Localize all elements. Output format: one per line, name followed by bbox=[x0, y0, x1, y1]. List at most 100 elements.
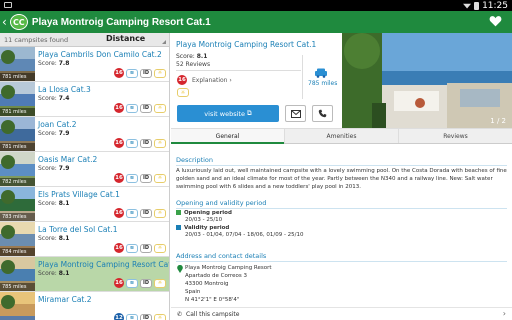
campsite-score: Score: 7.9 bbox=[38, 165, 70, 172]
validity-period-label: Validity period bbox=[176, 225, 229, 231]
pool-icon: ≋ bbox=[126, 208, 138, 218]
age-badge: 16 bbox=[177, 75, 187, 85]
phone-icon: ✆ bbox=[177, 311, 183, 318]
reviews-count[interactable]: 52 Reviews bbox=[176, 61, 210, 68]
list-header: 11 campsites found Distance bbox=[0, 33, 169, 47]
sun-icon: ☼ bbox=[154, 208, 166, 218]
distance-label: 784 miles bbox=[0, 248, 35, 256]
campsite-thumbnail: 784 miles bbox=[0, 222, 35, 256]
result-count: 11 campsites found bbox=[4, 35, 69, 44]
campsite-thumbnail: 783 miles bbox=[0, 187, 35, 221]
distance-value: 785 miles bbox=[308, 80, 338, 87]
id-card-icon: ID bbox=[140, 103, 152, 113]
detail-title: Playa Montroig Camping Resort Cat.1 bbox=[176, 40, 317, 49]
detail-tabs: General Amenities Reviews bbox=[171, 128, 512, 144]
sun-icon: ☼ bbox=[154, 173, 166, 183]
address-line: 43300 Montroig bbox=[185, 281, 229, 287]
status-bar: 11:25 bbox=[0, 0, 512, 11]
age-badge: 16 bbox=[114, 173, 124, 183]
explanation-link[interactable]: Explanation › bbox=[192, 77, 232, 84]
email-icon bbox=[290, 109, 301, 118]
id-card-icon: ID bbox=[140, 208, 152, 218]
list-item[interactable]: 784 miles La Torre del Sol Cat.1 Score: 8.… bbox=[0, 222, 169, 257]
call-row[interactable]: ✆ Call this campsite › bbox=[171, 307, 512, 320]
tab-reviews[interactable]: Reviews bbox=[398, 129, 512, 143]
divider bbox=[176, 165, 507, 166]
phone-button[interactable] bbox=[312, 105, 333, 122]
list-item[interactable]: 781 miles Playa Cambrils Don Camilo Cat.2… bbox=[0, 47, 169, 82]
car-icon bbox=[315, 68, 327, 78]
campsite-score: Score: 7.8 bbox=[38, 60, 70, 67]
photo-pager: 1 / 2 bbox=[490, 117, 506, 125]
description-text: A luxuriously laid out, well maintained … bbox=[176, 168, 507, 190]
distance-label: 781 miles bbox=[0, 108, 35, 116]
address-line: Playa Montroig Camping Resort bbox=[185, 265, 272, 271]
location-pin-icon bbox=[177, 265, 183, 273]
facility-badges: 16 ≋ ID ☼ bbox=[114, 278, 166, 288]
detail-score: Score: 8.1 bbox=[176, 53, 208, 60]
list-item[interactable]: 783 miles Els Prats Village Cat.1 Score: 8… bbox=[0, 187, 169, 222]
id-card-icon: ID bbox=[140, 243, 152, 253]
distance-label: 783 miles bbox=[0, 213, 35, 221]
phone-icon bbox=[318, 109, 327, 118]
app-bar: ‹ CC Playa Montroig Camping Resort Cat.1 bbox=[0, 11, 512, 33]
tab-general[interactable]: General bbox=[171, 129, 284, 144]
favorite-heart-icon[interactable] bbox=[489, 15, 502, 28]
pool-icon: ≋ bbox=[126, 278, 138, 288]
campsite-photo[interactable]: 1 / 2 bbox=[342, 33, 512, 128]
id-card-icon: ID bbox=[140, 313, 152, 320]
distance-label: 785 miles bbox=[0, 283, 35, 291]
facility-badges: 16 ≋ ID ☼ bbox=[114, 138, 166, 148]
pool-icon: ≋ bbox=[126, 243, 138, 253]
divider bbox=[176, 208, 507, 209]
campsite-name: Miramar Cat.2 bbox=[38, 295, 92, 304]
campsite-list[interactable]: 11 campsites found Distance 781 miles Pla… bbox=[0, 33, 170, 320]
age-badge: 16 bbox=[114, 278, 124, 288]
list-item[interactable]: 781 miles La Llosa Cat.3 Score: 7.4 16 ≋ ID ☼ bbox=[0, 82, 169, 117]
campsite-thumbnail: 781 miles bbox=[0, 117, 35, 151]
back-icon[interactable]: ‹ bbox=[2, 15, 7, 29]
sun-icon: ☼ bbox=[154, 103, 166, 113]
visit-website-button[interactable]: visit website ⧉ bbox=[177, 105, 279, 122]
email-button[interactable] bbox=[285, 105, 306, 122]
age-badge: 16 bbox=[114, 68, 124, 78]
campsite-thumbnail bbox=[0, 292, 35, 320]
page-title: Playa Montroig Camping Resort Cat.1 bbox=[31, 16, 211, 28]
list-item[interactable]: Miramar Cat.2 12 ≋ ID ☼ bbox=[0, 292, 169, 320]
external-link-icon: ⧉ bbox=[247, 109, 252, 117]
call-campsite-link[interactable]: Call this campsite bbox=[186, 311, 239, 318]
campsite-score: Score: 7.4 bbox=[38, 95, 70, 102]
facility-badges: 16 ≋ ID ☼ bbox=[114, 243, 166, 253]
sun-icon: ☼ bbox=[154, 313, 166, 320]
list-item[interactable]: 782 miles Oasis Mar Cat.2 Score: 7.9 16 ≋ ID ☼ bbox=[0, 152, 169, 187]
list-item[interactable]: 781 miles Joan Cat.2 Score: 7.9 16 ≋ ID ☼ bbox=[0, 117, 169, 152]
campsite-name: Playa Cambrils Don Camilo Cat.2 bbox=[38, 50, 162, 59]
sun-icon: ☼ bbox=[154, 138, 166, 148]
sort-dropdown[interactable]: Distance bbox=[106, 34, 145, 43]
campsite-score: Score: 8.1 bbox=[38, 200, 70, 207]
age-badge: 16 bbox=[114, 243, 124, 253]
facility-badges: 16 ≋ ID ☼ bbox=[114, 173, 166, 183]
blue-flag-icon bbox=[176, 225, 181, 230]
address-line: Apartado de Correos 3 bbox=[185, 273, 248, 279]
chevron-right-icon: › bbox=[502, 309, 506, 318]
age-badge: 16 bbox=[114, 103, 124, 113]
id-card-icon: ID bbox=[140, 278, 152, 288]
sort-caret-icon bbox=[162, 40, 166, 44]
campsite-name: Oasis Mar Cat.2 bbox=[38, 155, 98, 164]
app-logo[interactable]: CC bbox=[9, 14, 28, 30]
battery-icon bbox=[474, 1, 480, 10]
green-flag-icon bbox=[176, 210, 181, 215]
campsite-name: Joan Cat.2 bbox=[38, 120, 77, 129]
period-title: Opening and validity period bbox=[176, 199, 267, 207]
campsite-name: La Llosa Cat.3 bbox=[38, 85, 91, 94]
age-badge: 16 bbox=[114, 138, 124, 148]
list-item[interactable]: 785 miles Playa Montroig Camping Resort C… bbox=[0, 257, 169, 292]
address-line: Spain bbox=[185, 289, 201, 295]
campsite-thumbnail: 781 miles bbox=[0, 47, 35, 81]
facility-badges: 12 ≋ ID ☼ bbox=[114, 313, 166, 320]
screenshot-icon bbox=[4, 2, 12, 8]
age-badge: 12 bbox=[114, 313, 124, 320]
tab-amenities[interactable]: Amenities bbox=[284, 129, 398, 143]
campsite-name: La Torre del Sol Cat.1 bbox=[38, 225, 118, 234]
